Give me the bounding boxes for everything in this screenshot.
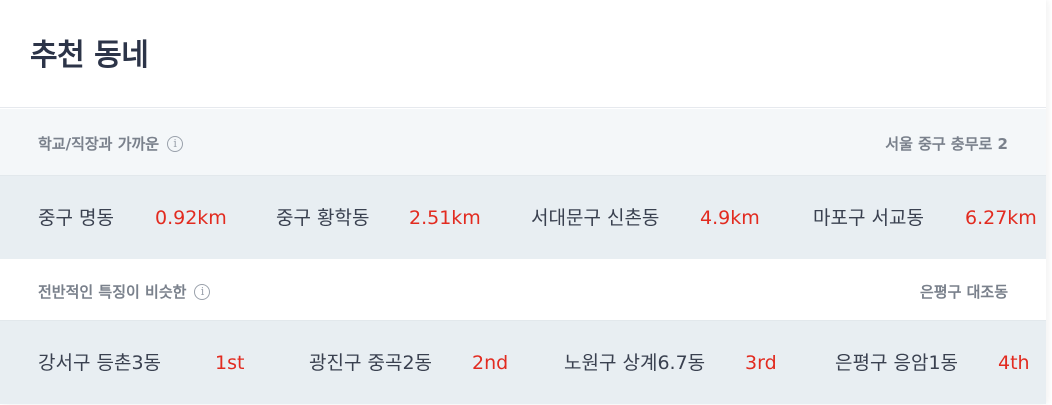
list-item-rank: 3rd	[745, 352, 777, 374]
section-near-work-header: 학교/직장과 가까운 i 서울 중구 충무로 2	[0, 109, 1046, 175]
section-similar-list: 강서구 등촌3동 1st 광진구 중곡2동 2nd 노원구 상계6.7동 3rd…	[0, 320, 1046, 404]
list-item-distance: 0.92km	[155, 207, 227, 229]
list-item-distance: 6.27km	[965, 207, 1037, 229]
list-item-name[interactable]: 중구 명동	[38, 176, 114, 260]
card-title: 추천 동네	[30, 38, 149, 73]
list-item-name[interactable]: 광진구 중곡2동	[309, 321, 432, 405]
list-item-rank: 2nd	[472, 352, 509, 374]
section-near-work-location: 서울 중구 충무로 2	[885, 135, 1008, 153]
list-item-distance: 4.9km	[700, 207, 760, 229]
list-item-distance: 2.51km	[409, 207, 481, 229]
list-item-rank: 1st	[215, 352, 245, 374]
card-header: 추천 동네	[0, 0, 1046, 108]
section-similar-header: 전반적인 특징이 비슷한 i 은평구 대조동	[0, 259, 1046, 321]
info-icon[interactable]: i	[167, 135, 184, 152]
section-near-work-label: 학교/직장과 가까운	[38, 135, 160, 153]
list-item-name[interactable]: 노원구 상계6.7동	[564, 321, 705, 405]
list-item-name[interactable]: 서대문구 신촌동	[531, 176, 659, 260]
section-similar-label: 전반적인 특징이 비슷한	[38, 283, 187, 301]
list-item-name[interactable]: 마포구 서교동	[813, 176, 924, 260]
section-near-work-list: 중구 명동 0.92km 중구 황학동 2.51km 서대문구 신촌동 4.9k…	[0, 175, 1046, 259]
info-icon[interactable]: i	[194, 283, 211, 300]
list-item-name[interactable]: 중구 황학동	[276, 176, 369, 260]
list-item-name[interactable]: 강서구 등촌3동	[38, 321, 161, 405]
list-item-rank: 4th	[998, 352, 1030, 374]
list-item-name[interactable]: 은평구 응암1동	[835, 321, 958, 405]
section-similar-location: 은평구 대조동	[919, 283, 1008, 301]
recommended-neighborhoods-card: 추천 동네 학교/직장과 가까운 i 서울 중구 충무로 2 중구 명동 0.9…	[0, 0, 1046, 404]
